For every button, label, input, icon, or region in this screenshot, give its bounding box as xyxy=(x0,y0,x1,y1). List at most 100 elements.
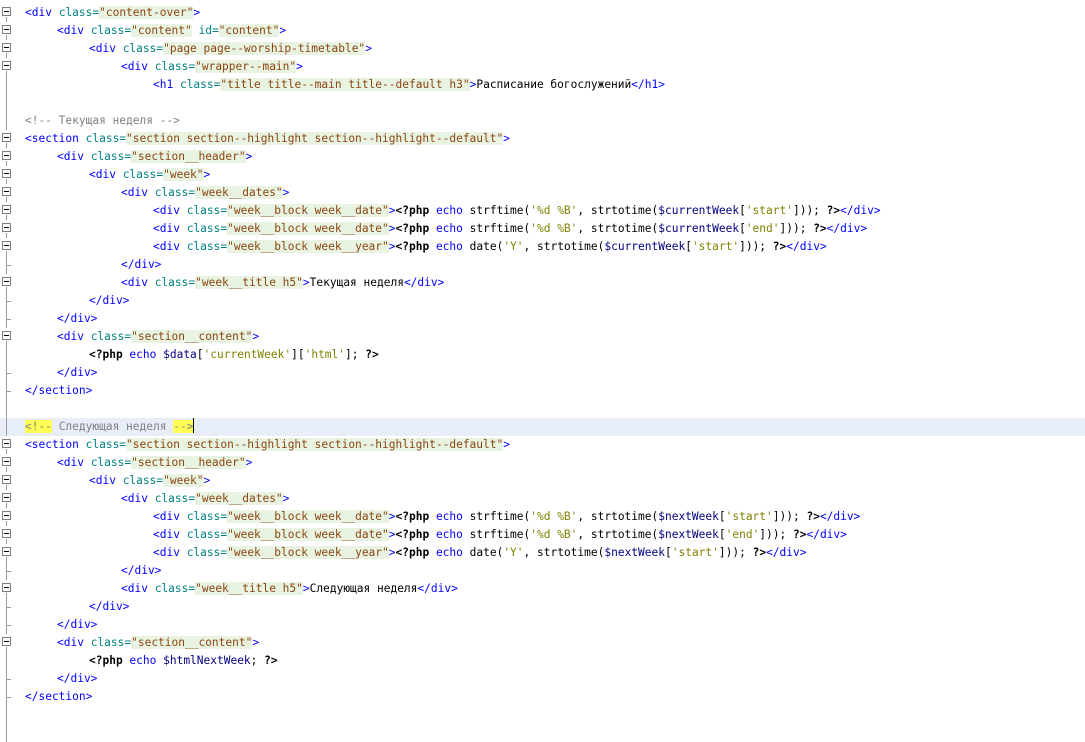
code-text[interactable]: <div class="week"> xyxy=(89,166,210,184)
code-text[interactable]: <div class="page page--worship-timetable… xyxy=(89,40,372,58)
fold-collapse-icon[interactable] xyxy=(2,529,11,538)
fold-collapse-icon[interactable] xyxy=(2,439,11,448)
code-line[interactable]: <div class="content-over"> xyxy=(0,4,1085,22)
code-editor[interactable]: <div class="content-over"> <div class="co… xyxy=(0,4,1085,742)
code-line[interactable]: <!-- Следующая неделя --> xyxy=(0,418,1085,436)
fold-collapse-icon[interactable] xyxy=(2,151,11,160)
code-line[interactable]: <?php echo $htmlNextWeek; ?> xyxy=(0,652,1085,670)
code-text[interactable]: </section> xyxy=(25,382,92,400)
code-text[interactable]: </div> xyxy=(89,598,129,616)
code-text[interactable]: <div class="content" id="content"> xyxy=(57,22,286,40)
fold-collapse-icon[interactable] xyxy=(2,493,11,502)
fold-collapse-icon[interactable] xyxy=(2,61,11,70)
code-text[interactable]: </div> xyxy=(57,310,97,328)
code-line[interactable]: <div class="week__block week__year"><?ph… xyxy=(0,544,1085,562)
code-text[interactable]: <section class="section section--highlig… xyxy=(25,436,510,454)
fold-collapse-icon[interactable] xyxy=(2,205,11,214)
code-line[interactable]: <div class="section__header"> xyxy=(0,454,1085,472)
fold-collapse-icon[interactable] xyxy=(2,133,11,142)
code-text[interactable]: <div class="week"> xyxy=(89,472,210,490)
code-line[interactable]: </div> xyxy=(0,364,1085,382)
fold-collapse-icon[interactable] xyxy=(2,637,11,646)
code-text[interactable]: <div class="section__header"> xyxy=(57,148,252,166)
code-line[interactable]: <div class="week__block week__date"><?ph… xyxy=(0,508,1085,526)
code-text[interactable]: <?php echo $htmlNextWeek; ?> xyxy=(89,652,278,670)
fold-collapse-icon[interactable] xyxy=(2,169,11,178)
code-text[interactable]: </div> xyxy=(121,562,161,580)
code-line[interactable] xyxy=(0,706,1085,724)
code-text[interactable]: <div class="content-over"> xyxy=(25,4,200,22)
code-line[interactable]: <div class="content" id="content"> xyxy=(0,22,1085,40)
code-text[interactable]: <div class="wrapper--main"> xyxy=(121,58,303,76)
code-line[interactable]: <div class="week__block week__year"><?ph… xyxy=(0,238,1085,256)
code-text[interactable]: <div class="week__block week__year"><?ph… xyxy=(153,544,806,562)
code-line[interactable]: </div> xyxy=(0,292,1085,310)
code-line[interactable]: </div> xyxy=(0,310,1085,328)
code-line[interactable]: <div class="wrapper--main"> xyxy=(0,58,1085,76)
code-text[interactable]: </div> xyxy=(57,364,97,382)
code-line[interactable]: <div class="week"> xyxy=(0,166,1085,184)
fold-collapse-icon[interactable] xyxy=(2,277,11,286)
code-text[interactable]: <div class="week__block week__date"><?ph… xyxy=(153,508,860,526)
code-line[interactable]: </div> xyxy=(0,670,1085,688)
code-line[interactable] xyxy=(0,724,1085,742)
code-line[interactable] xyxy=(0,94,1085,112)
code-text[interactable]: <?php echo $data['currentWeek']['html'];… xyxy=(89,346,379,364)
code-text[interactable]: <h1 class="title title--main title--defa… xyxy=(153,76,665,94)
code-text[interactable]: <div class="week__dates"> xyxy=(121,490,289,508)
code-text[interactable]: </div> xyxy=(121,256,161,274)
code-text[interactable]: <div class="week__block week__date"><?ph… xyxy=(153,202,881,220)
code-text[interactable]: </div> xyxy=(89,292,129,310)
code-text[interactable]: <div class="week__block week__date"><?ph… xyxy=(153,220,867,238)
code-text[interactable]: <section class="section section--highlig… xyxy=(25,130,510,148)
code-line[interactable]: <!-- Текущая неделя --> xyxy=(0,112,1085,130)
code-text[interactable]: <div class="section__content"> xyxy=(57,328,259,346)
fold-collapse-icon[interactable] xyxy=(2,223,11,232)
code-text[interactable]: <!-- Текущая неделя --> xyxy=(25,112,180,130)
code-text[interactable]: </div> xyxy=(57,670,97,688)
code-line[interactable]: <div class="week"> xyxy=(0,472,1085,490)
code-text[interactable]: </div> xyxy=(57,616,97,634)
fold-collapse-icon[interactable] xyxy=(2,457,11,466)
code-line[interactable]: <section class="section section--highlig… xyxy=(0,130,1085,148)
fold-collapse-icon[interactable] xyxy=(2,331,11,340)
code-line[interactable]: <h1 class="title title--main title--defa… xyxy=(0,76,1085,94)
code-line[interactable]: <div class="section__header"> xyxy=(0,148,1085,166)
code-line[interactable]: </div> xyxy=(0,616,1085,634)
code-text[interactable]: <div class="week__block week__year"><?ph… xyxy=(153,238,827,256)
code-line[interactable]: </section> xyxy=(0,382,1085,400)
code-line[interactable]: </div> xyxy=(0,598,1085,616)
fold-collapse-icon[interactable] xyxy=(2,241,11,250)
code-line[interactable]: <div class="week__dates"> xyxy=(0,184,1085,202)
code-line[interactable]: <div class="week__block week__date"><?ph… xyxy=(0,526,1085,544)
fold-collapse-icon[interactable] xyxy=(2,511,11,520)
code-text[interactable]: <div class="week__title h5">Следующая не… xyxy=(121,580,458,598)
code-line[interactable]: <div class="week__block week__date"><?ph… xyxy=(0,202,1085,220)
fold-collapse-icon[interactable] xyxy=(2,187,11,196)
code-text[interactable]: <div class="week__title h5">Текущая неде… xyxy=(121,274,444,292)
code-line[interactable]: <div class="week__title h5">Следующая не… xyxy=(0,580,1085,598)
code-line[interactable]: <div class="week__block week__date"><?ph… xyxy=(0,220,1085,238)
code-text[interactable]: <div class="section__header"> xyxy=(57,454,252,472)
code-line[interactable]: <div class="section__content"> xyxy=(0,634,1085,652)
code-text[interactable]: <!-- Следующая неделя --> xyxy=(25,418,195,436)
code-line[interactable] xyxy=(0,400,1085,418)
fold-collapse-icon[interactable] xyxy=(2,547,11,556)
fold-collapse-icon[interactable] xyxy=(2,25,11,34)
code-line[interactable]: <div class="section__content"> xyxy=(0,328,1085,346)
code-line[interactable]: </section> xyxy=(0,688,1085,706)
code-line[interactable]: </div> xyxy=(0,562,1085,580)
code-line[interactable]: <div class="page page--worship-timetable… xyxy=(0,40,1085,58)
code-text[interactable]: <div class="week__block week__date"><?ph… xyxy=(153,526,847,544)
code-line[interactable]: <div class="week__title h5">Текущая неде… xyxy=(0,274,1085,292)
fold-collapse-icon[interactable] xyxy=(2,475,11,484)
fold-collapse-icon[interactable] xyxy=(2,7,11,16)
code-text[interactable]: <div class="section__content"> xyxy=(57,634,259,652)
fold-collapse-icon[interactable] xyxy=(2,43,11,52)
code-line[interactable]: </div> xyxy=(0,256,1085,274)
fold-collapse-icon[interactable] xyxy=(2,583,11,592)
code-line[interactable]: <section class="section section--highlig… xyxy=(0,436,1085,454)
code-text[interactable]: </section> xyxy=(25,688,92,706)
code-line[interactable]: <?php echo $data['currentWeek']['html'];… xyxy=(0,346,1085,364)
code-text[interactable]: <div class="week__dates"> xyxy=(121,184,289,202)
